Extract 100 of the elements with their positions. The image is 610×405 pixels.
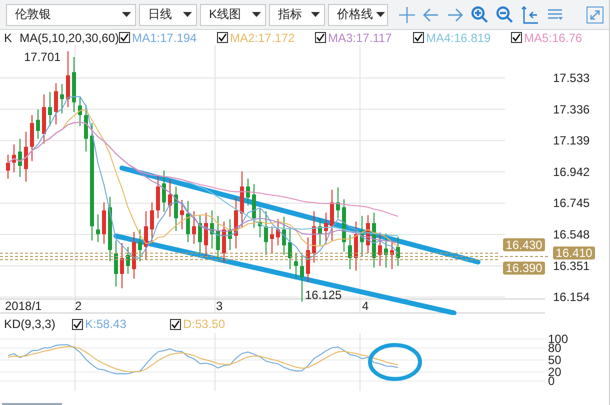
candlestick [120, 242, 124, 289]
indicator-axis-label: 50 [548, 353, 562, 367]
candlestick [210, 210, 214, 249]
candlestick [300, 255, 304, 302]
checkbox[interactable] [511, 32, 522, 43]
candlestick [174, 186, 178, 232]
candlestick [42, 94, 46, 144]
caret-icon [311, 12, 320, 17]
candlestick [72, 56, 76, 112]
zoom-out-icon[interactable] [496, 6, 513, 23]
candlestick [102, 202, 106, 244]
candlestick [108, 196, 112, 262]
price-axis-label: 16.942 [553, 164, 590, 179]
candlestick [156, 176, 160, 219]
checkbox[interactable] [315, 32, 326, 43]
price-tag: 16.390 [503, 261, 545, 276]
candlestick [396, 236, 400, 266]
candlestick [18, 138, 22, 178]
indicator-value: D:53.50 [183, 317, 226, 331]
date-axis-label: 2018/1 [5, 299, 42, 313]
ma-value: MA1:17.194 [132, 30, 197, 44]
candlestick [186, 200, 190, 243]
candlestick [162, 170, 166, 212]
candlestick [30, 114, 34, 162]
candlestick [228, 218, 232, 251]
candlestick [324, 212, 328, 244]
candlestick [270, 226, 274, 254]
candlestick [294, 252, 298, 280]
arrow-left-icon[interactable] [423, 8, 439, 22]
candlestick [132, 231, 136, 280]
price-axis-label: 16.351 [553, 258, 590, 273]
candlestick [24, 131, 28, 182]
candlestick [378, 232, 382, 266]
candlestick [222, 220, 226, 264]
trend-line[interactable] [114, 234, 456, 315]
checkbox[interactable] [217, 32, 228, 43]
candlestick [192, 210, 196, 244]
candlestick [60, 84, 64, 114]
ma-value: MA3:17.117 [328, 30, 392, 44]
indicator-label: KD(9,3,3) [4, 317, 56, 331]
candlestick [180, 200, 184, 230]
caret-icon [376, 12, 385, 17]
candlestick [84, 104, 88, 152]
candlestick [318, 218, 322, 246]
price-axis-label: 17.336 [553, 102, 590, 116]
crosshair-icon[interactable] [399, 6, 415, 22]
candlestick [342, 198, 346, 252]
chart-type-label: K [4, 30, 14, 44]
candlestick [198, 214, 202, 254]
checkbox[interactable] [413, 32, 424, 43]
caret-icon [183, 12, 192, 17]
dropdown[interactable]: 伦敦银 [6, 4, 136, 26]
candlestick [138, 228, 142, 262]
candlestick [288, 226, 292, 270]
dropdown[interactable]: 日线 [139, 4, 197, 26]
list-icon[interactable] [547, 8, 563, 22]
date-axis-label: 2 [75, 299, 82, 313]
caret-icon [122, 12, 131, 17]
candlestick [384, 232, 388, 268]
price-axis-label: 17.139 [553, 134, 590, 148]
candlestick [168, 178, 172, 218]
dropdown[interactable]: 指标 [269, 4, 325, 26]
price-axis-label: 16.745 [553, 196, 590, 210]
highlight-circle[interactable] [368, 343, 422, 381]
dropdown[interactable]: K线图 [200, 4, 266, 26]
expand-icon[interactable] [586, 6, 604, 24]
checkbox[interactable] [72, 318, 83, 330]
candlestick [234, 197, 238, 249]
high-price-label: 17.701 [24, 50, 61, 64]
dropdown[interactable]: 价格线 [328, 4, 388, 26]
indicator-value: K:58.43 [85, 317, 126, 331]
candlestick [312, 210, 316, 264]
ma-value: MA5:16.76 [524, 30, 582, 44]
checkbox[interactable] [119, 32, 130, 43]
candlestick [372, 212, 376, 268]
candlestick [276, 218, 280, 246]
candlestick [336, 186, 340, 219]
ma-value: MA4:16.819 [426, 30, 491, 44]
candlestick [390, 242, 394, 270]
candlestick [354, 220, 358, 272]
price-axis-label: 16.154 [553, 290, 590, 304]
date-axis-label: 3 [216, 299, 223, 313]
candlestick [330, 189, 334, 242]
price-axis-label: 16.548 [553, 228, 590, 242]
caret-icon [252, 12, 261, 17]
candlestick [96, 214, 100, 243]
candlestick [48, 91, 52, 127]
candlestick [306, 236, 310, 282]
candlestick [240, 170, 244, 228]
zoom-in-icon[interactable] [471, 6, 488, 23]
axis-icon[interactable] [521, 6, 539, 24]
checkbox[interactable] [170, 318, 181, 330]
arrow-right-icon[interactable] [447, 8, 463, 22]
candlestick [258, 208, 262, 238]
candlestick [360, 215, 364, 257]
candlestick [54, 82, 58, 126]
candlestick [366, 214, 370, 254]
candlestick [114, 240, 118, 288]
trend-line[interactable] [120, 166, 480, 264]
candlestick [348, 234, 352, 270]
